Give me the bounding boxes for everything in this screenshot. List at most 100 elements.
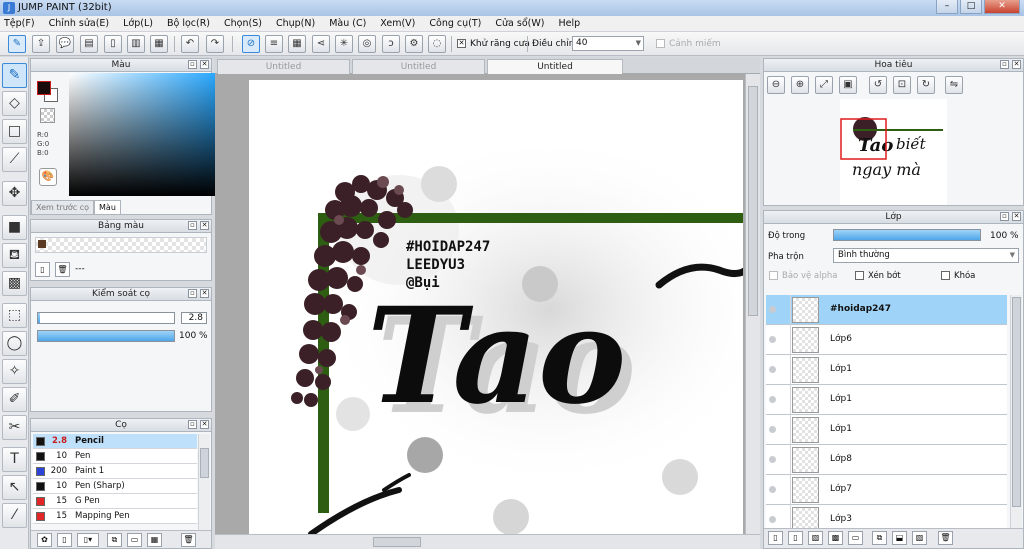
- layer-row[interactable]: Lớp1: [766, 415, 1007, 445]
- close-button[interactable]: ✕: [984, 0, 1020, 14]
- layer-lock-toggle[interactable]: [779, 415, 791, 445]
- brush-item[interactable]: 10 Pen: [33, 449, 197, 464]
- visibility-icon[interactable]: [769, 336, 776, 343]
- protect-alpha-checkbox[interactable]: [769, 271, 778, 280]
- rect-select-tool-icon[interactable]: ⬚: [2, 303, 27, 328]
- minimize-button[interactable]: –: [936, 0, 958, 14]
- brush-item[interactable]: 15 G Pen: [33, 494, 197, 509]
- menu-capture[interactable]: Chụp(N): [276, 18, 315, 29]
- blend-mode-dropdown[interactable]: Bình thường ▼: [833, 248, 1019, 263]
- brush-size-slider[interactable]: [37, 312, 175, 324]
- zoom-in-icon[interactable]: ⊕: [791, 76, 809, 94]
- menu-file[interactable]: Tệp(F): [4, 18, 35, 29]
- layer-opacity-slider[interactable]: [833, 229, 981, 241]
- curve-icon[interactable]: ↄ: [382, 35, 400, 53]
- gradient-tool-icon[interactable]: ▩: [2, 271, 27, 296]
- scroll-thumb[interactable]: [748, 86, 758, 316]
- parallel-lines-icon[interactable]: ≡: [265, 35, 283, 53]
- menu-layer[interactable]: Lớp(L): [123, 18, 153, 29]
- panel-close-icon[interactable]: ✕: [1012, 60, 1021, 69]
- target-icon[interactable]: ◌: [428, 35, 446, 53]
- visibility-icon[interactable]: [769, 486, 776, 493]
- panel-float-icon[interactable]: ▫: [188, 60, 197, 69]
- tab-untitled-1[interactable]: Untitled: [217, 59, 350, 74]
- menu-select[interactable]: Chọn(S): [224, 18, 262, 29]
- actual-size-icon[interactable]: ▣: [839, 76, 857, 94]
- brush-shape-icon[interactable]: ✿: [37, 533, 52, 547]
- foreground-color-swatch[interactable]: [37, 81, 51, 95]
- folder-icon[interactable]: ▭: [127, 533, 142, 547]
- brush-tool-icon[interactable]: ✎: [2, 63, 27, 88]
- page-icon[interactable]: ▥: [127, 35, 145, 53]
- brush-opacity-slider[interactable]: [37, 330, 175, 342]
- layer-lock-toggle[interactable]: [779, 325, 791, 355]
- new-folder-icon[interactable]: ▭: [848, 531, 863, 545]
- adjust-dropdown[interactable]: 40 ▼: [572, 36, 644, 51]
- visibility-icon[interactable]: [769, 306, 776, 313]
- layer-row[interactable]: Lớp1: [766, 355, 1007, 385]
- menu-help[interactable]: Help: [558, 18, 580, 29]
- visibility-icon[interactable]: [769, 366, 776, 373]
- menu-filter[interactable]: Bộ lọc(R): [167, 18, 210, 29]
- warning-checkbox[interactable]: [656, 39, 665, 48]
- bucket-tool-icon[interactable]: ⛾: [2, 243, 27, 268]
- visibility-icon[interactable]: [769, 516, 776, 523]
- fit-screen-icon[interactable]: ⤢: [815, 76, 833, 94]
- redo-icon[interactable]: ↷: [206, 35, 224, 53]
- brush-list-scrollbar[interactable]: [198, 434, 210, 530]
- rotate-left-icon[interactable]: ↺: [869, 76, 887, 94]
- undo-icon[interactable]: ↶: [181, 35, 199, 53]
- duplicate-layer-icon[interactable]: ⧉: [872, 531, 887, 545]
- crosshatch-icon[interactable]: ▦: [288, 35, 306, 53]
- select-pen-tool-icon[interactable]: ✐: [2, 387, 27, 412]
- grid-layout-icon[interactable]: ▦: [150, 35, 168, 53]
- comment-icon[interactable]: ▤: [80, 35, 98, 53]
- flip-icon[interactable]: ⇋: [945, 76, 963, 94]
- tab-color[interactable]: Màu: [94, 200, 121, 214]
- tab-brush-preview[interactable]: Xem trước cọ: [31, 200, 95, 214]
- new-palette-icon[interactable]: ▯: [35, 262, 50, 277]
- magic-wand-tool-icon[interactable]: ✧: [2, 359, 27, 384]
- operation-tool-icon[interactable]: ↖: [2, 475, 27, 500]
- delete-layer-icon[interactable]: 🗑: [938, 531, 953, 545]
- panel-float-icon[interactable]: ▫: [188, 420, 197, 429]
- grid-icon[interactable]: ▦: [147, 533, 162, 547]
- reset-rotation-icon[interactable]: ⊡: [893, 76, 911, 94]
- new-layer-menu-icon[interactable]: ▯: [788, 531, 803, 545]
- radial-icon[interactable]: ✳: [335, 35, 353, 53]
- brush-item[interactable]: 2.8 Pencil: [33, 434, 197, 449]
- rectangle-tool-icon[interactable]: □: [2, 119, 27, 144]
- new-brush-menu-icon[interactable]: ▯▾: [77, 533, 99, 547]
- canvas-vertical-scrollbar[interactable]: [745, 74, 760, 534]
- visibility-icon[interactable]: [769, 396, 776, 403]
- text-tool-icon[interactable]: T: [2, 447, 27, 472]
- maximize-button[interactable]: □: [960, 0, 982, 14]
- brush-size-value[interactable]: 2.8: [181, 312, 207, 324]
- brush-mode-icon[interactable]: ✎: [8, 35, 26, 53]
- lock-checkbox[interactable]: [941, 271, 950, 280]
- speech-bubble-icon[interactable]: 💬: [56, 35, 74, 53]
- clear-layer-icon[interactable]: ▧: [912, 531, 927, 545]
- clipping-checkbox[interactable]: [855, 271, 864, 280]
- panel-float-icon[interactable]: ▫: [188, 289, 197, 298]
- visibility-icon[interactable]: [769, 456, 776, 463]
- delete-brush-icon[interactable]: 🗑: [181, 533, 196, 547]
- tab-untitled-3[interactable]: Untitled: [487, 59, 623, 74]
- snap-off-icon[interactable]: ⊘: [242, 35, 260, 53]
- layer-row[interactable]: Lớp8: [766, 445, 1007, 475]
- concentric-icon[interactable]: ◎: [358, 35, 376, 53]
- panel-float-icon[interactable]: ▫: [1000, 60, 1009, 69]
- select-eraser-tool-icon[interactable]: ✂: [2, 415, 27, 440]
- canvas-horizontal-scrollbar[interactable]: [215, 534, 760, 549]
- lasso-tool-icon[interactable]: ◯: [2, 331, 27, 356]
- panel-close-icon[interactable]: ✕: [200, 60, 209, 69]
- scroll-thumb[interactable]: [200, 448, 209, 478]
- brush-item[interactable]: 10 Pen (Sharp): [33, 479, 197, 494]
- layer-row[interactable]: Lớp6: [766, 325, 1007, 355]
- new-screentone-layer-icon[interactable]: ▩: [828, 531, 843, 545]
- layer-lock-toggle[interactable]: [779, 295, 791, 325]
- scroll-thumb[interactable]: [373, 537, 421, 547]
- palette-icon[interactable]: 🎨: [39, 168, 57, 186]
- zoom-out-icon[interactable]: ⊖: [767, 76, 785, 94]
- panel-close-icon[interactable]: ✕: [200, 420, 209, 429]
